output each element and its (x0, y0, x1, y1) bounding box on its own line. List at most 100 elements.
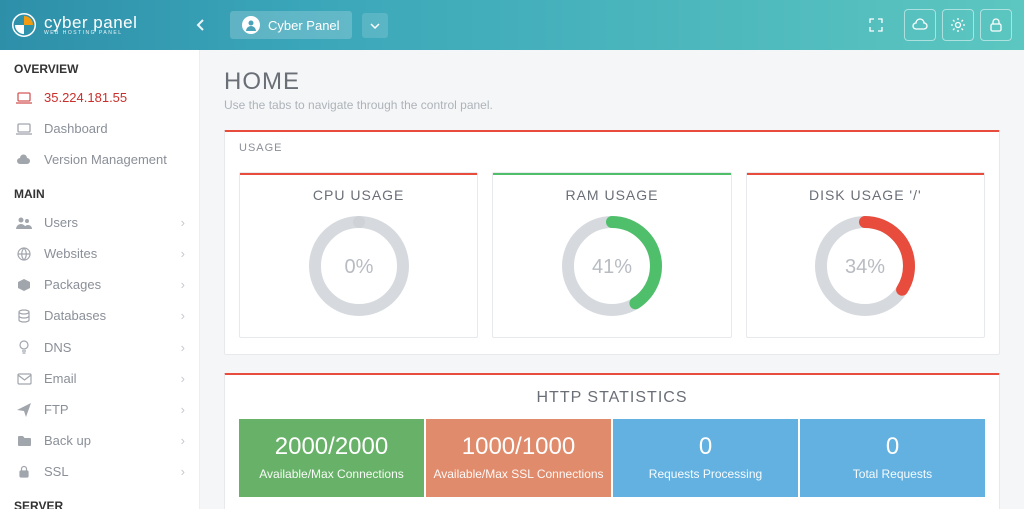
sidebar-item-label: Websites (44, 246, 97, 261)
chevron-down-icon (370, 22, 380, 30)
sidebar-section-server: SERVER (0, 487, 199, 509)
stat-card: 1000/1000 Available/Max SSL Connections (426, 419, 611, 497)
sidebar-item-version[interactable]: Version Management (0, 144, 199, 175)
stat-label: Total Requests (806, 467, 979, 481)
database-icon (14, 309, 34, 323)
gauge-title: RAM USAGE (503, 187, 720, 203)
sidebar-item-label: FTP (44, 402, 69, 417)
lock-icon (14, 465, 34, 479)
sidebar-item-users[interactable]: Users › (0, 207, 199, 238)
usage-panel-title: USAGE (225, 132, 999, 164)
stat-label: Requests Processing (619, 467, 792, 481)
chevron-right-icon: › (181, 246, 185, 261)
brand-name: cyber panel (44, 14, 137, 31)
brand-logo-icon (12, 13, 36, 37)
stat-label: Available/Max Connections (245, 467, 418, 481)
gauge-value: 41% (592, 256, 632, 278)
laptop-icon (14, 91, 34, 105)
sidebar-item-email[interactable]: Email › (0, 363, 199, 394)
stat-card: 0 Requests Processing (613, 419, 798, 497)
sidebar-item-databases[interactable]: Databases › (0, 300, 199, 331)
chevron-right-icon: › (181, 433, 185, 448)
gauge-card: RAM USAGE 41% (492, 172, 731, 338)
gear-icon (950, 17, 966, 33)
gauge-value: 34% (845, 256, 885, 278)
topbar: cyber panel WEB HOSTING PANEL Cyber Pane… (0, 0, 1024, 50)
laptop-icon (14, 122, 34, 136)
brand: cyber panel WEB HOSTING PANEL (12, 13, 190, 37)
sidebar-item-label: Packages (44, 277, 101, 292)
sidebar-item-label: Version Management (44, 152, 167, 167)
sidebar-item-ip[interactable]: 35.224.181.55 (0, 82, 199, 113)
stat-value: 1000/1000 (432, 433, 605, 461)
sidebar-toggle-button[interactable] (190, 15, 210, 35)
chevron-right-icon: › (181, 464, 185, 479)
chevron-right-icon: › (181, 308, 185, 323)
brand-tagline: WEB HOSTING PANEL (44, 31, 137, 36)
chevron-right-icon: › (181, 277, 185, 292)
paper-plane-icon (14, 403, 34, 417)
users-icon (14, 216, 34, 230)
sidebar-item-label: Databases (44, 308, 106, 323)
page-subtitle: Use the tabs to navigate through the con… (224, 98, 1000, 112)
sidebar-item-ssl[interactable]: SSL › (0, 456, 199, 487)
http-stats-title: HTTP STATISTICS (225, 375, 999, 419)
sidebar-item-label: DNS (44, 340, 71, 355)
usage-panel: USAGE CPU USAGE 0% RAM USAGE 41% DISK USAGE … (224, 130, 1000, 355)
cloud-icon (14, 154, 34, 166)
page-title: HOME (224, 68, 1000, 96)
settings-button[interactable] (942, 9, 974, 41)
sidebar-item-backup[interactable]: Back up › (0, 425, 199, 456)
stat-value: 0 (806, 433, 979, 461)
gauge-chart: 41% (557, 211, 667, 321)
gauge-card: DISK USAGE '/' 34% (746, 172, 985, 338)
sidebar-item-ftp[interactable]: FTP › (0, 394, 199, 425)
sidebar-item-packages[interactable]: Packages › (0, 269, 199, 300)
sidebar-item-label: Back up (44, 433, 91, 448)
user-avatar-icon (242, 16, 260, 34)
fullscreen-button[interactable] (864, 13, 888, 37)
sidebar-item-dashboard[interactable]: Dashboard (0, 113, 199, 144)
stat-label: Available/Max SSL Connections (432, 467, 605, 481)
lock-icon (989, 17, 1003, 33)
chevron-right-icon: › (181, 215, 185, 230)
lock-button[interactable] (980, 9, 1012, 41)
gauge-card: CPU USAGE 0% (239, 172, 478, 338)
cloud-icon (911, 18, 929, 32)
gauge-value: 0% (344, 256, 373, 278)
stat-card: 0 Total Requests (800, 419, 985, 497)
user-menu[interactable]: Cyber Panel (230, 11, 352, 39)
topbar-actions (864, 9, 1012, 41)
chevron-right-icon: › (181, 340, 185, 355)
user-name: Cyber Panel (268, 18, 340, 33)
sidebar-item-label: SSL (44, 464, 69, 479)
sidebar-section-main: MAIN (0, 175, 199, 207)
gauge-title: DISK USAGE '/' (757, 187, 974, 203)
gauge-chart: 34% (810, 211, 920, 321)
lightbulb-icon (14, 339, 34, 355)
sidebar-item-label: 35.224.181.55 (44, 90, 127, 105)
sidebar: OVERVIEW 35.224.181.55 Dashboard Version… (0, 50, 200, 509)
cloud-button[interactable] (904, 9, 936, 41)
gauge-title: CPU USAGE (250, 187, 467, 203)
stat-value: 0 (619, 433, 792, 461)
envelope-icon (14, 373, 34, 385)
sidebar-item-label: Users (44, 215, 78, 230)
chevron-right-icon: › (181, 402, 185, 417)
sidebar-item-websites[interactable]: Websites › (0, 238, 199, 269)
stat-value: 2000/2000 (245, 433, 418, 461)
sidebar-item-label: Email (44, 371, 77, 386)
stat-card: 2000/2000 Available/Max Connections (239, 419, 424, 497)
sidebar-item-label: Dashboard (44, 121, 108, 136)
user-menu-toggle[interactable] (362, 13, 388, 38)
gauge-chart: 0% (304, 211, 414, 321)
chevron-right-icon: › (181, 371, 185, 386)
folder-icon (14, 435, 34, 447)
sidebar-item-dns[interactable]: DNS › (0, 331, 199, 363)
package-icon (14, 278, 34, 292)
main-content: HOME Use the tabs to navigate through th… (200, 50, 1024, 509)
http-stats-panel: HTTP STATISTICS 2000/2000 Available/Max C… (224, 373, 1000, 509)
expand-icon (869, 18, 883, 32)
sidebar-section-overview: OVERVIEW (0, 50, 199, 82)
globe-icon (14, 247, 34, 261)
